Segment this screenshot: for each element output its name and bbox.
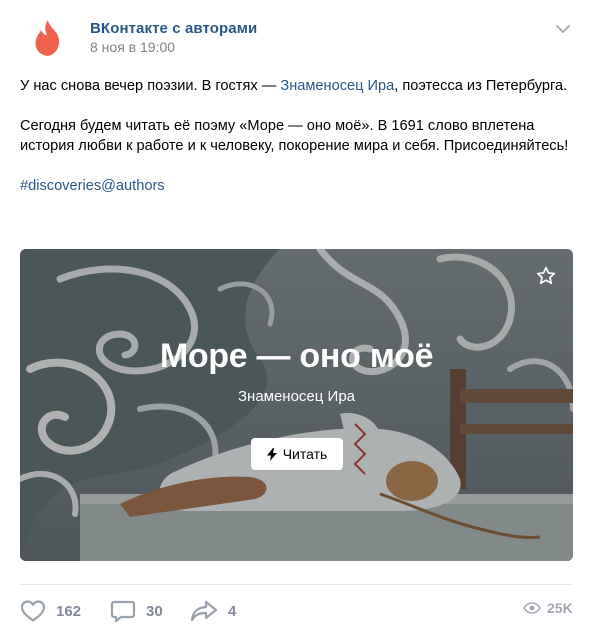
post-divider (20, 584, 573, 585)
read-article-button-label: Читать (282, 446, 328, 462)
post-paragraph-2: Сегодня будем читать её поэму «Море — он… (20, 118, 569, 154)
post-author-name[interactable]: ВКонтакте с авторами (90, 20, 257, 37)
post-paragraph-1: У нас снова вечер поэзии. В гостях — Зна… (20, 76, 580, 96)
post-date[interactable]: 8 ноя в 19:00 (90, 39, 175, 55)
eye-icon (523, 602, 541, 614)
comment-icon (110, 600, 136, 623)
heart-icon (20, 600, 46, 622)
cover-overlay (20, 249, 573, 561)
views-counter: 25K (523, 600, 573, 616)
post-text: У нас снова вечер поэзии. В гостях — Зна… (20, 76, 580, 196)
read-article-button[interactable]: Читать (251, 438, 343, 470)
article-title: Море — оно моё (159, 337, 434, 375)
comment-button[interactable]: 30 (110, 598, 163, 624)
article-author: Знаменосец Ира (237, 388, 356, 405)
views-count: 25K (547, 600, 573, 616)
comment-count: 30 (146, 602, 163, 620)
tinder-flame-icon[interactable] (30, 18, 66, 58)
wall-post: ВКонтакте с авторами 8 ноя в 19:00 У нас… (0, 0, 600, 636)
like-button[interactable]: 162 (20, 598, 81, 624)
post-text-intro: У нас снова вечер поэзии. В гостях — (20, 78, 281, 94)
chevron-down-icon[interactable] (555, 24, 571, 34)
lightning-icon (266, 447, 277, 461)
hashtag-link[interactable]: #discoveries@authors (20, 178, 165, 194)
article-card[interactable]: Море — оно моё Знаменосец Ира Читать (20, 249, 573, 561)
share-count: 4 (228, 602, 237, 620)
star-icon[interactable] (535, 265, 557, 287)
share-button[interactable]: 4 (190, 598, 236, 624)
post-text-intro-end: , поэтесса из Петербурга. (394, 78, 568, 94)
like-count: 162 (56, 602, 82, 620)
share-arrow-icon (190, 600, 218, 622)
author-mention-link[interactable]: Знаменосец Ира (280, 78, 394, 94)
